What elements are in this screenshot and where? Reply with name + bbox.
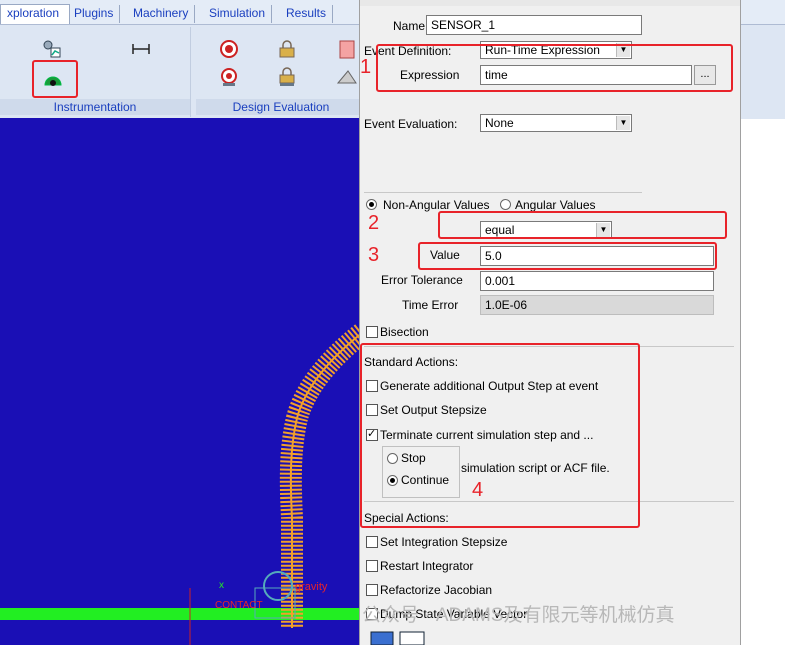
shape-icon[interactable] — [336, 67, 358, 87]
error-tolerance-label: Error Tolerance — [381, 273, 463, 287]
tab-exploration[interactable]: xploration — [0, 4, 70, 25]
distance-icon[interactable] — [130, 39, 152, 59]
group-instrumentation: Instrumentation — [0, 27, 191, 117]
bisection-checkbox[interactable] — [366, 326, 378, 338]
tab-plugins[interactable]: Plugins — [68, 5, 121, 23]
calculator-icon[interactable] — [336, 39, 358, 59]
target-icon[interactable] — [218, 39, 240, 59]
lock-group-icon[interactable] — [276, 67, 298, 87]
time-error-field: 1.0E-06 — [480, 295, 714, 315]
tab-results[interactable]: Results — [280, 5, 334, 23]
annotation-3: 3 — [368, 244, 380, 266]
axis-x-label: x — [219, 580, 224, 591]
values-separator — [364, 192, 642, 193]
group-label-instrumentation: Instrumentation — [0, 99, 190, 115]
bottom-toolbar-icons[interactable] — [370, 630, 430, 645]
time-error-label: Time Error — [402, 298, 459, 312]
measure-icon[interactable] — [40, 39, 62, 59]
tab-machinery[interactable]: Machinery — [127, 5, 196, 23]
highlight-sensor-icon — [32, 60, 78, 98]
special-checkbox-1[interactable] — [366, 560, 378, 572]
event-evaluation-value: None — [485, 116, 514, 130]
special-label-0: Set Integration Stepsize — [380, 535, 508, 549]
bisection-label: Bisection — [380, 325, 429, 339]
group-label-design-evaluation: Design Evaluation — [196, 99, 366, 115]
annotation-4: 4 — [472, 479, 484, 501]
group-design-evaluation: Design Evaluation — [196, 27, 367, 117]
gravity-label: gravity — [295, 581, 328, 593]
non-angular-label: Non-Angular Values — [383, 198, 490, 212]
lock-icon[interactable] — [276, 39, 298, 59]
angular-radio[interactable] — [500, 199, 511, 210]
highlight-standard-actions — [360, 343, 640, 528]
highlight-value — [418, 242, 717, 270]
ribbon-tabs: xploration Plugins Machinery Simulation … — [0, 4, 360, 25]
angular-label: Angular Values — [515, 198, 596, 212]
event-evaluation-label: Event Evaluation: — [364, 117, 458, 131]
chevron-down-icon: ▼ — [616, 116, 630, 130]
name-label: Name — [393, 19, 426, 33]
modify-sensor-dialog: Name SENSOR_1 Event Definition: Run-Time… — [359, 0, 741, 645]
watermark: 公众号 · ADAMS及有限元等机械仿真 — [362, 605, 675, 626]
non-angular-radio[interactable] — [366, 199, 377, 210]
name-field[interactable]: SENSOR_1 — [426, 15, 642, 35]
error-tolerance-field[interactable]: 0.001 — [480, 271, 714, 291]
target-group-icon[interactable] — [218, 67, 240, 87]
event-evaluation-select[interactable]: None ▼ — [480, 114, 632, 132]
special-checkbox-2[interactable] — [366, 584, 378, 596]
contact-label: CONTACT — [215, 600, 263, 611]
dialog-title-bar — [360, 0, 740, 6]
model-viewport[interactable]: x gravity CONTACT — [0, 118, 362, 645]
special-label-2: Refactorize Jacobian — [380, 583, 493, 597]
annotation-2: 2 — [368, 212, 380, 234]
special-label-1: Restart Integrator — [380, 559, 474, 573]
model-graphics: x — [0, 324, 362, 645]
ground-part — [0, 608, 362, 620]
annotation-1: 1 — [360, 56, 372, 78]
highlight-expression — [376, 44, 733, 92]
tab-simulation[interactable]: Simulation — [203, 5, 273, 23]
highlight-comparison — [438, 211, 727, 239]
special-checkbox-0[interactable] — [366, 536, 378, 548]
